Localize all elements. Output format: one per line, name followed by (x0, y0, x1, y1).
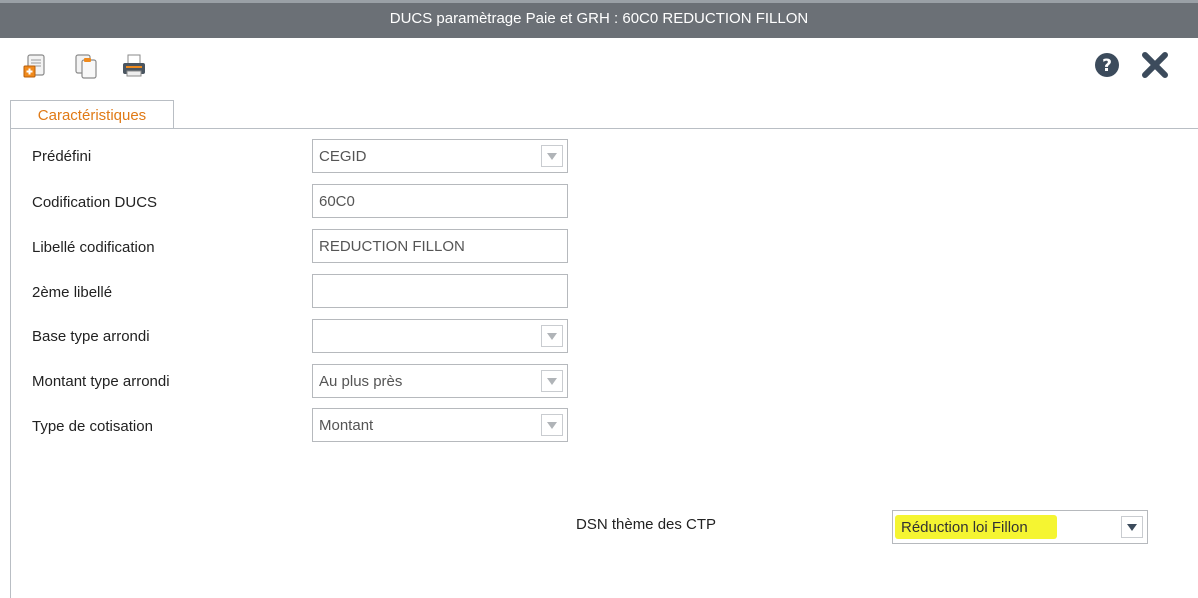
predefini-label: Prédéfini (32, 148, 92, 165)
libelle-value: REDUCTION FILLON (319, 238, 465, 255)
base-arrondi-label: Base type arrondi (32, 328, 150, 345)
dsn-theme-select[interactable]: Réduction loi Fillon (892, 510, 1148, 544)
duplicate-icon[interactable] (72, 52, 100, 80)
montant-arrondi-select[interactable]: Au plus près (312, 364, 568, 398)
chevron-down-icon[interactable] (541, 370, 563, 392)
dsn-theme-label: DSN thème des CTP (576, 516, 717, 533)
title-bar: DUCS paramètrage Paie et GRH : 60C0 REDU… (0, 0, 1198, 38)
codification-value: 60C0 (319, 193, 355, 210)
tab-caracteristiques[interactable]: Caractéristiques (10, 100, 174, 128)
libelle-label: Libellé codification (32, 239, 155, 256)
libelle-input[interactable]: REDUCTION FILLON (312, 229, 568, 263)
type-cotisation-value: Montant (319, 417, 374, 434)
montant-arrondi-label: Montant type arrondi (32, 373, 170, 390)
libelle2-label: 2ème libellé (32, 284, 113, 301)
base-arrondi-select[interactable] (312, 319, 568, 353)
tab-label: Caractéristiques (37, 107, 147, 124)
svg-text:?: ? (1102, 56, 1112, 76)
chevron-down-icon[interactable] (541, 145, 563, 167)
help-icon[interactable]: ? (1092, 50, 1122, 80)
codification-input[interactable]: 60C0 (312, 184, 568, 218)
predefini-value: CEGID (319, 148, 367, 165)
print-icon[interactable] (120, 52, 148, 80)
window-title: DUCS paramètrage Paie et GRH : 60C0 REDU… (389, 10, 809, 27)
montant-arrondi-value: Au plus près (319, 373, 403, 390)
predefini-select[interactable]: CEGID (312, 139, 568, 173)
chevron-down-icon[interactable] (541, 325, 563, 347)
codification-label: Codification DUCS (32, 194, 158, 211)
dsn-theme-value: Réduction loi Fillon (901, 519, 1028, 536)
close-icon[interactable] (1140, 50, 1170, 80)
new-record-icon[interactable] (22, 52, 50, 80)
type-cotisation-label: Type de cotisation (32, 418, 153, 435)
chevron-down-icon[interactable] (541, 414, 563, 436)
chevron-down-icon[interactable] (1121, 516, 1143, 538)
libelle2-input[interactable] (312, 274, 568, 308)
tab-strip: Caractéristiques (0, 94, 1198, 128)
toolbar: ? (0, 38, 1198, 94)
type-cotisation-select[interactable]: Montant (312, 408, 568, 442)
